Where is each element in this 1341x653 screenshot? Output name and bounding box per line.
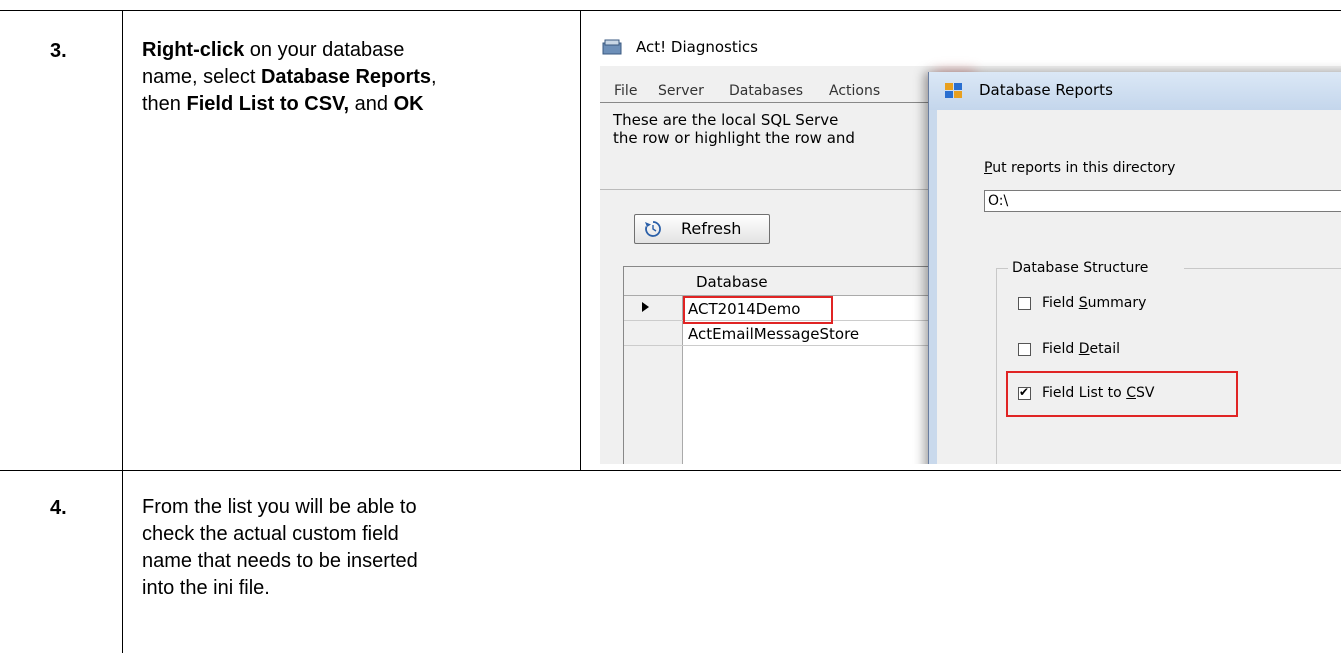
- directory-label-text: ut reports in this directory: [992, 160, 1176, 176]
- embedded-screenshot: Act! Diagnostics File Server Databases A…: [600, 30, 1341, 464]
- checkbox-box[interactable]: [1018, 343, 1031, 356]
- dialog-titlebar: Database Reports: [929, 72, 1341, 110]
- row-pointer-icon: [642, 302, 649, 312]
- table-row-divider: [0, 470, 1341, 471]
- group-box-left: [996, 268, 997, 464]
- main-window-titlebar: Act! Diagnostics: [600, 30, 1341, 66]
- app-window-icon: [602, 39, 622, 55]
- highlight-field-list-to-csv: [1006, 371, 1238, 417]
- bold-text: Field List to CSV,: [186, 93, 350, 115]
- table-col-divider-1: [122, 10, 123, 653]
- step-3-line: Right-click on your database: [142, 37, 572, 64]
- directory-label: Put reports in this directory: [984, 160, 1175, 176]
- step-3-instructions: Right-click on your database name, select…: [142, 37, 572, 118]
- checkbox-label: Field Detail: [1042, 341, 1121, 357]
- bold-text: Right-click: [142, 39, 245, 61]
- text: ,: [431, 66, 437, 88]
- checkbox-box[interactable]: [1018, 297, 1031, 310]
- group-box-top: [996, 268, 1008, 269]
- dialog-app-icon: [945, 83, 962, 98]
- checkbox-label: Field Summary: [1042, 295, 1147, 311]
- main-window-title: Act! Diagnostics: [636, 38, 758, 56]
- highlight-database-name: [683, 296, 833, 324]
- text: then: [142, 93, 187, 115]
- step-4-line: check the actual custom field: [142, 523, 399, 545]
- step-4-instructions: From the list you will be able to check t…: [142, 494, 572, 602]
- menu-server[interactable]: Server: [658, 83, 704, 99]
- refresh-icon: [645, 221, 661, 237]
- bold-text: Database Reports: [260, 66, 432, 88]
- directory-label-accesskey: P: [984, 160, 993, 176]
- bold-text: OK: [393, 93, 424, 115]
- menu-actions[interactable]: Actions: [829, 83, 880, 99]
- text: and: [349, 93, 394, 115]
- step-4-line: From the list you will be able to: [142, 496, 417, 518]
- refresh-label: Refresh: [681, 219, 742, 238]
- text: name, select: [142, 66, 261, 88]
- step-4-line: into the ini file.: [142, 577, 270, 599]
- group-box-label: Database Structure: [1010, 260, 1151, 276]
- dialog-title: Database Reports: [979, 81, 1113, 99]
- table-top-border: [0, 10, 1341, 11]
- grid-column-database[interactable]: Database: [696, 273, 768, 291]
- table-col-divider-2: [580, 10, 581, 470]
- database-grid: Database ACT2014Demo ActEmailMessageStor…: [623, 266, 945, 464]
- grid-header: Database: [624, 267, 944, 296]
- refresh-button[interactable]: Refresh: [634, 214, 770, 244]
- menu-databases[interactable]: Databases: [729, 83, 803, 99]
- text: on your database: [244, 39, 405, 61]
- grid-cell-database-1[interactable]: ActEmailMessageStore: [688, 325, 859, 343]
- step-number-3: 3.: [50, 40, 67, 62]
- info-panel: These are the local SQL Serve the row or…: [600, 102, 930, 190]
- step-3-line: then Field List to CSV, and OK: [142, 91, 572, 118]
- group-box-top-right: [1184, 268, 1341, 269]
- step-3-line: name, select Database Reports,: [142, 64, 572, 91]
- info-line-2: the row or highlight the row and: [613, 129, 855, 147]
- table-row[interactable]: ActEmailMessageStore: [624, 321, 944, 346]
- menu-file[interactable]: File: [614, 83, 637, 99]
- info-line-1: These are the local SQL Serve: [613, 111, 839, 129]
- step-4-line: name that needs to be inserted: [142, 550, 418, 572]
- step-number-4: 4.: [50, 497, 67, 519]
- directory-input[interactable]: O:\: [984, 190, 1341, 212]
